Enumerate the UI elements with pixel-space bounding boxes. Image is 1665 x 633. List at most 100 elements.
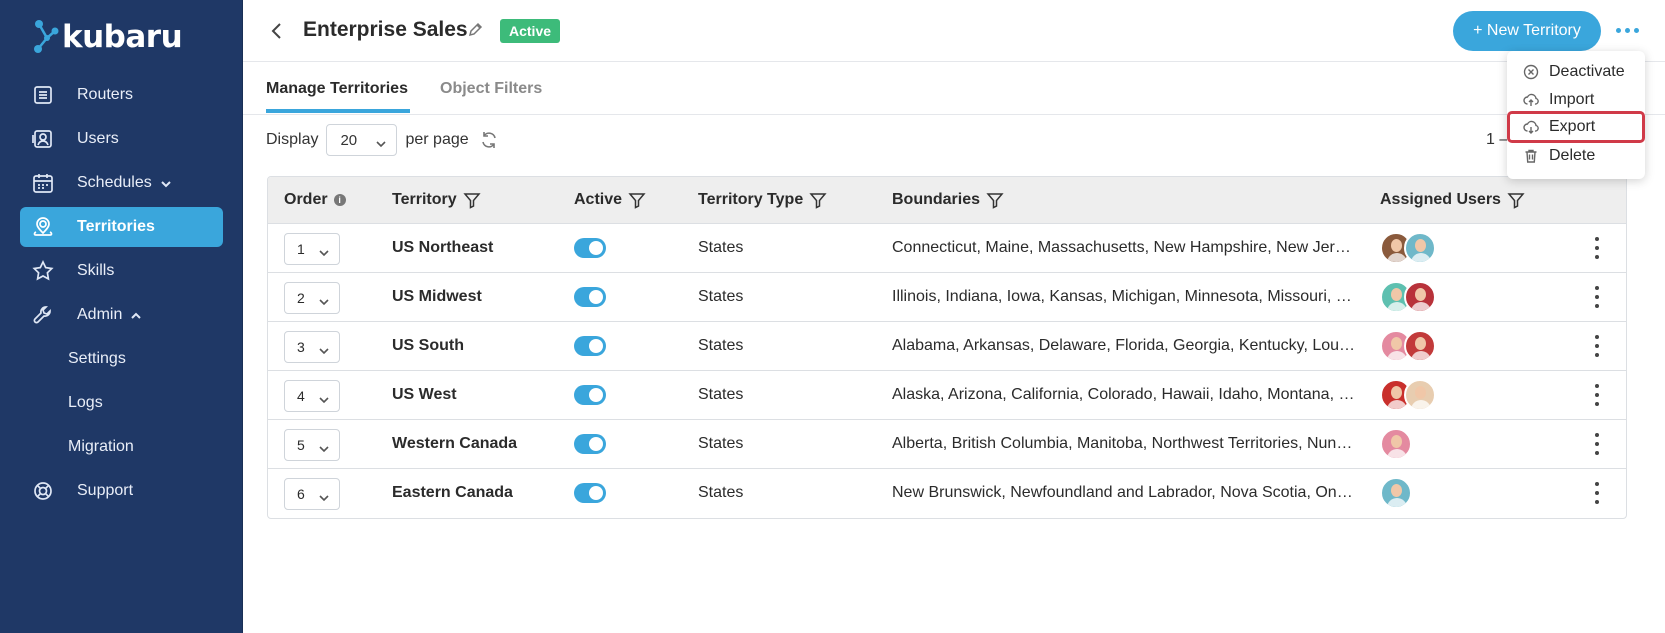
kubaru-logo[interactable]: kubaru <box>32 18 183 56</box>
brand-name: kubaru <box>62 19 183 55</box>
avatar[interactable] <box>1380 477 1412 509</box>
info-icon[interactable]: i <box>333 194 346 206</box>
active-toggle[interactable] <box>574 336 606 356</box>
dot-icon <box>1624 27 1630 33</box>
row-actions-kebab-icon[interactable] <box>1594 482 1600 504</box>
menu-item-delete[interactable]: Delete <box>1507 143 1645 169</box>
row-actions-kebab-icon[interactable] <box>1594 433 1600 455</box>
tab-object-filters[interactable]: Object Filters <box>440 80 542 98</box>
header-label: Order <box>284 191 328 208</box>
sidebar-item-routers[interactable]: Routers <box>20 75 223 115</box>
table-row[interactable]: 3 US South States Alabama, Arkansas, Delawa… <box>268 322 1626 371</box>
filter-icon[interactable] <box>462 191 481 209</box>
assigned-users[interactable] <box>1380 232 1436 264</box>
avatar[interactable] <box>1404 379 1436 411</box>
assigned-users[interactable] <box>1380 477 1412 509</box>
map-pin-icon <box>32 216 54 238</box>
header-label: Active <box>574 191 623 208</box>
order-select[interactable]: 6 <box>284 478 340 510</box>
sidebar-item-logs[interactable]: Logs <box>20 383 223 423</box>
row-actions-kebab-icon[interactable] <box>1594 237 1600 259</box>
per-page-select[interactable]: 20 <box>326 124 398 156</box>
territory-name[interactable]: US South <box>392 337 464 355</box>
row-actions-kebab-icon[interactable] <box>1594 286 1600 308</box>
lifebuoy-icon <box>32 480 54 502</box>
assigned-users[interactable] <box>1380 281 1436 313</box>
refresh-icon[interactable] <box>479 130 499 150</box>
territory-name[interactable]: US West <box>392 386 457 404</box>
column-header-territory[interactable]: Territory <box>392 191 481 209</box>
chevron-down-icon <box>319 294 329 306</box>
order-value: 5 <box>297 437 305 453</box>
order-select[interactable]: 4 <box>284 380 340 412</box>
table-row[interactable]: 4 US West States Alaska, Arizona, Californi… <box>268 371 1626 420</box>
active-tab-indicator <box>266 109 410 113</box>
column-header-active[interactable]: Active <box>574 191 646 209</box>
territory-name[interactable]: Eastern Canada <box>392 484 513 502</box>
sidebar-item-territories[interactable]: Territories <box>20 207 223 247</box>
back-arrow-icon[interactable] <box>269 20 285 42</box>
sidebar-item-label: Schedules <box>77 174 152 191</box>
row-actions-kebab-icon[interactable] <box>1594 335 1600 357</box>
row-actions-kebab-icon[interactable] <box>1594 384 1600 406</box>
sidebar-item-migration[interactable]: Migration <box>20 427 223 467</box>
territory-type: States <box>698 239 744 256</box>
tab-manage-territories[interactable]: Manage Territories <box>266 80 408 98</box>
avatar[interactable] <box>1380 428 1412 460</box>
order-select[interactable]: 1 <box>284 233 340 265</box>
order-value: 2 <box>297 290 305 306</box>
list-icon <box>32 84 54 106</box>
sidebar-item-label: Territories <box>77 218 155 235</box>
table-row[interactable]: 1 US Northeast States Connecticut, Maine, M… <box>268 224 1626 273</box>
sidebar-item-users[interactable]: Users <box>20 119 223 159</box>
territory-name[interactable]: US Northeast <box>392 239 493 257</box>
filter-icon[interactable] <box>628 191 646 209</box>
territory-name[interactable]: US Midwest <box>392 288 482 306</box>
sidebar-item-support[interactable]: Support <box>20 471 223 511</box>
assigned-users[interactable] <box>1380 379 1436 411</box>
sidebar-item-skills[interactable]: Skills <box>20 251 223 291</box>
order-select[interactable]: 2 <box>284 282 340 314</box>
active-toggle[interactable] <box>574 238 606 258</box>
table-row[interactable]: 5 Western Canada States Alberta, British Co… <box>268 420 1626 469</box>
menu-item-label: Delete <box>1549 147 1596 164</box>
table-row[interactable]: 2 US Midwest States Illinois, Indiana, Iowa… <box>268 273 1626 322</box>
logo-mark-icon <box>34 20 59 53</box>
assigned-users[interactable] <box>1380 330 1436 362</box>
edit-pencil-icon[interactable] <box>467 22 483 38</box>
order-select[interactable]: 5 <box>284 429 340 461</box>
user-card-icon <box>32 128 54 150</box>
active-toggle[interactable] <box>574 434 606 454</box>
table-row[interactable]: 6 Eastern Canada States New Brunswick, Newf… <box>268 469 1626 518</box>
header-label: Boundaries <box>892 191 981 208</box>
sidebar-item-schedules[interactable]: Schedules <box>20 163 223 203</box>
menu-item-export[interactable]: Export <box>1507 111 1645 143</box>
column-header-territory-type[interactable]: Territory Type <box>698 191 827 209</box>
avatar[interactable] <box>1404 330 1436 362</box>
new-territory-button[interactable]: + New Territory <box>1453 11 1601 51</box>
menu-item-import[interactable]: Import <box>1507 87 1645 113</box>
active-toggle[interactable] <box>574 385 606 405</box>
chevron-up-icon[interactable] <box>130 309 142 321</box>
menu-item-label: Export <box>1549 118 1596 135</box>
chevron-down-icon <box>319 441 329 453</box>
filter-icon[interactable] <box>809 191 827 209</box>
filter-icon[interactable] <box>986 191 1004 209</box>
active-toggle[interactable] <box>574 483 606 503</box>
avatar[interactable] <box>1404 232 1436 264</box>
column-header-order[interactable]: Order i <box>284 191 346 209</box>
territory-name[interactable]: Western Canada <box>392 435 517 453</box>
menu-item-deactivate[interactable]: Deactivate <box>1507 59 1645 85</box>
sidebar-item-settings[interactable]: Settings <box>20 339 223 379</box>
avatar[interactable] <box>1404 281 1436 313</box>
more-options-button[interactable] <box>1613 18 1641 42</box>
order-select[interactable]: 3 <box>284 331 340 363</box>
column-header-boundaries[interactable]: Boundaries <box>892 191 1004 209</box>
active-toggle[interactable] <box>574 287 606 307</box>
assigned-users[interactable] <box>1380 428 1412 460</box>
filter-icon[interactable] <box>1507 191 1525 209</box>
chevron-down-icon[interactable] <box>160 177 172 189</box>
sidebar-item-admin[interactable]: Admin <box>20 295 223 335</box>
dot-icon <box>1615 27 1621 33</box>
column-header-assigned-users[interactable]: Assigned Users <box>1380 191 1525 209</box>
